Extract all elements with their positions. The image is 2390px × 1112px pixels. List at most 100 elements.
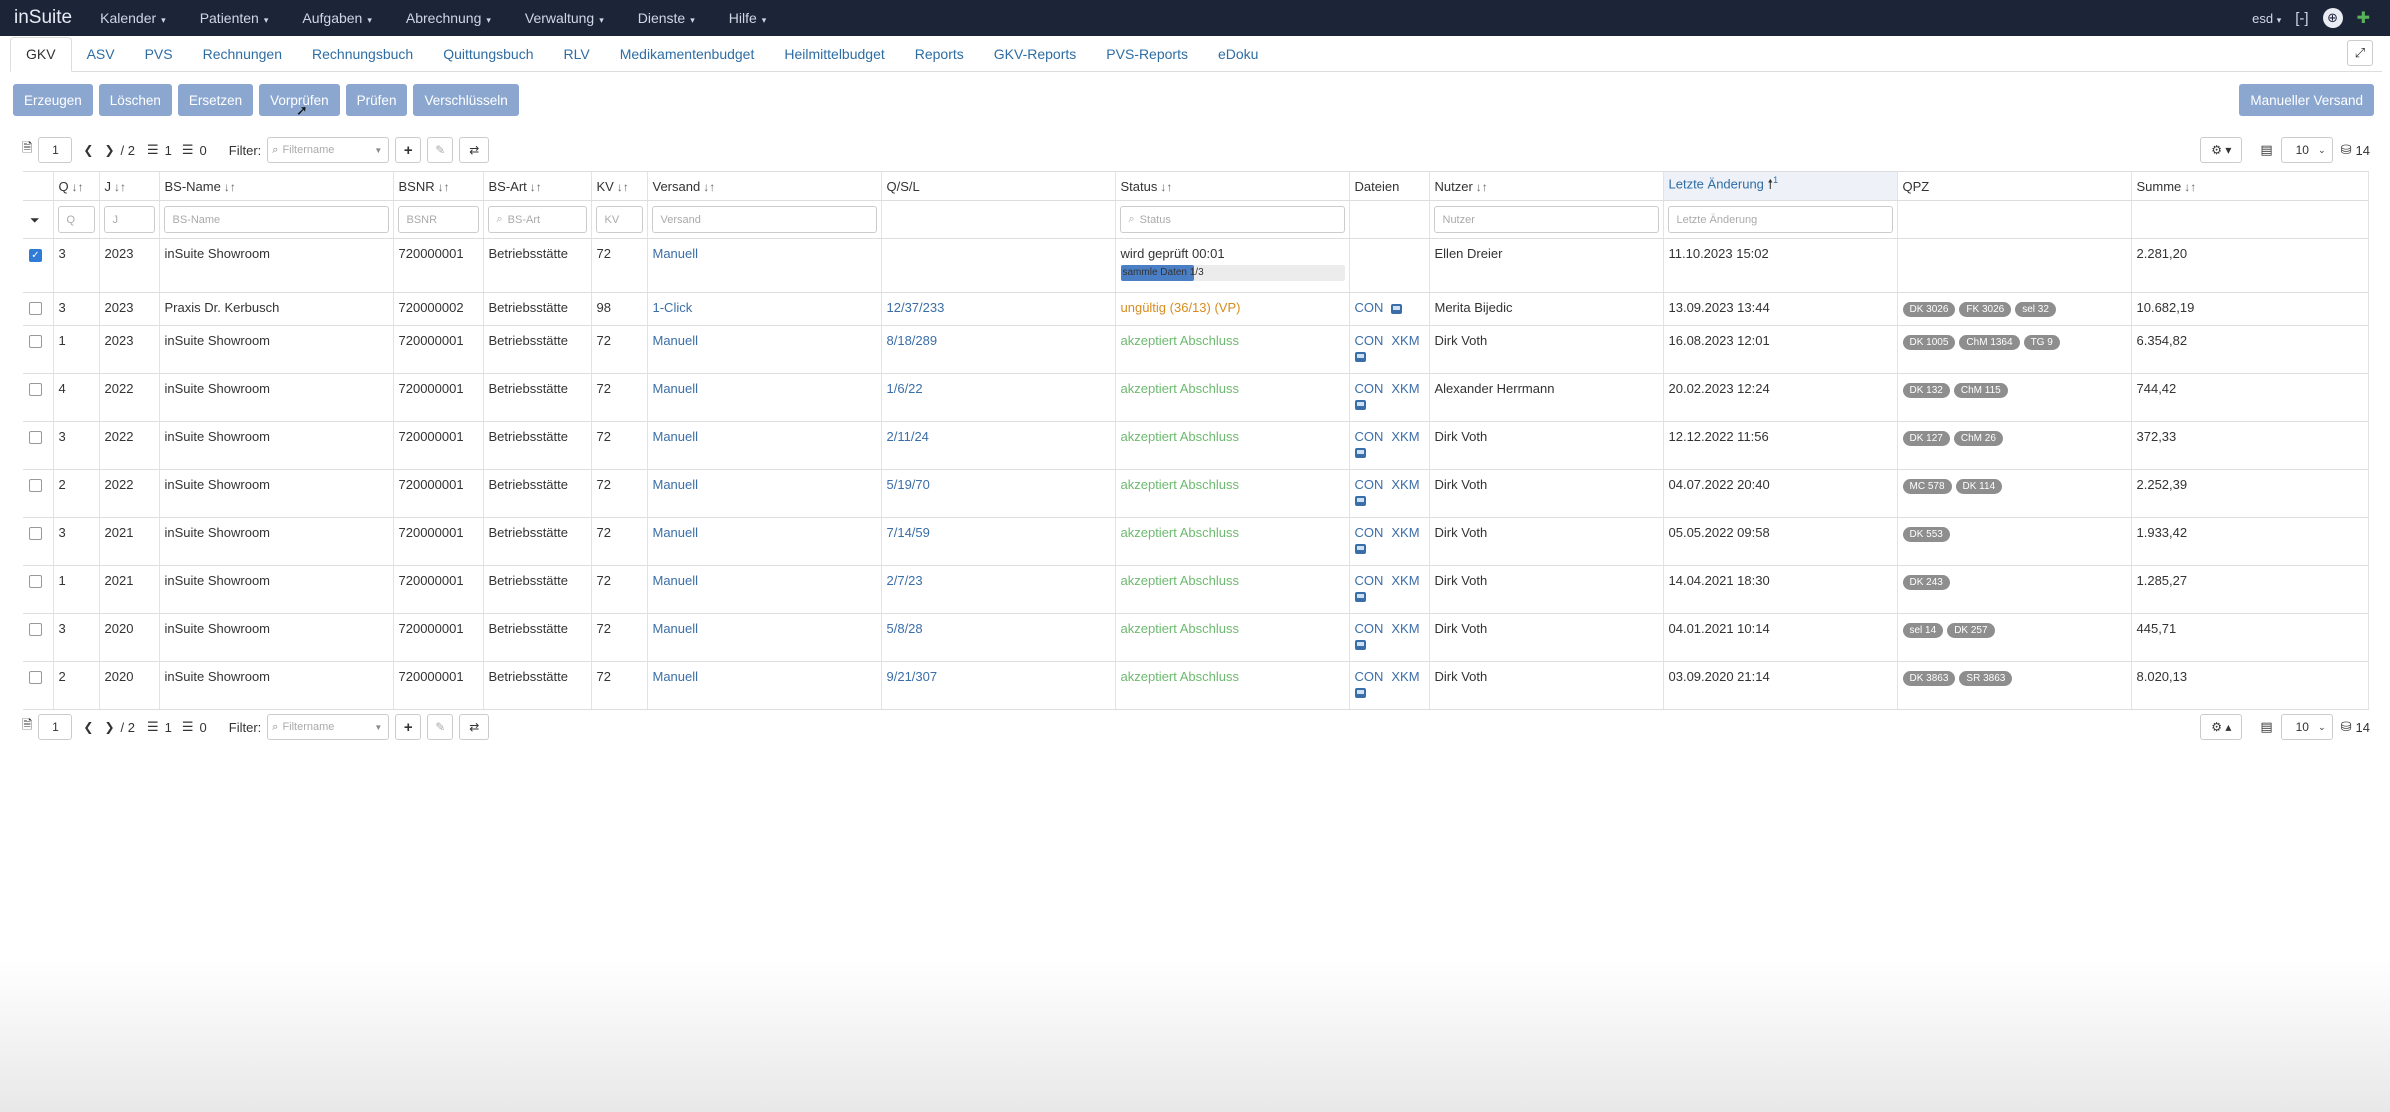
file-link-xkm[interactable]: XKM	[1391, 525, 1419, 540]
file-link-xkm[interactable]: XKM	[1391, 333, 1419, 348]
header-bs-art[interactable]: BS-Art ↓↑	[483, 171, 592, 201]
table-row[interactable]: 1 2023 inSuite Showroom 720000001 Betriebsst…	[23, 325, 2369, 374]
tab-pvs[interactable]: PVS	[130, 38, 188, 71]
filter-status-input[interactable]: ⌕ Status	[1119, 206, 1345, 233]
header-nutzer[interactable]: Nutzer ↓↑	[1429, 171, 1664, 201]
settings-button[interactable]: ⚙ ▴	[2200, 714, 2243, 740]
save-icon[interactable]	[1354, 447, 1366, 458]
globe-icon[interactable]: ⊕	[2322, 8, 2343, 28]
row-checkbox[interactable]	[29, 431, 42, 444]
file-link-con[interactable]: CON	[1355, 573, 1384, 588]
save-icon[interactable]	[1354, 687, 1366, 698]
qsl-link[interactable]: 2/7/23	[887, 573, 923, 588]
filter-select[interactable]: ⌕ Filtername ▼	[267, 714, 390, 740]
qsl-link[interactable]: 1/6/22	[887, 381, 923, 396]
row-checkbox[interactable]	[29, 575, 42, 588]
header-letzte-aenderung[interactable]: Letzte Änderung 🠕1	[1663, 171, 1898, 201]
header-q[interactable]: Q ↓↑	[53, 171, 100, 201]
filter-nutzer-input[interactable]: Nutzer	[1433, 206, 1659, 233]
row-checkbox[interactable]	[29, 335, 42, 348]
manueller-versand-button[interactable]: Manueller Versand	[2239, 84, 2374, 116]
verschluesseln-button[interactable]: Verschlüsseln	[413, 84, 519, 116]
menu-dienste[interactable]: Dienste ▾	[638, 10, 695, 26]
filter-bsnr-input[interactable]: BSNR	[397, 206, 479, 233]
header-versand[interactable]: Versand ↓↑	[647, 171, 882, 201]
file-link-con[interactable]: CON	[1355, 381, 1384, 396]
versand-link[interactable]: Manuell	[653, 669, 699, 684]
filter-select[interactable]: ⌕ Filtername ▼	[267, 137, 390, 163]
tab-pvs-reports[interactable]: PVS-Reports	[1091, 38, 1203, 71]
save-icon[interactable]	[1391, 303, 1403, 314]
table-row[interactable]: 2 2022 inSuite Showroom 720000001 Betriebsst…	[23, 469, 2369, 518]
next-page-icon[interactable]: ❯	[104, 720, 114, 734]
versand-link[interactable]: Manuell	[653, 525, 699, 540]
export-icon[interactable]: 🗎	[22, 139, 32, 161]
table-row[interactable]: 4 2022 inSuite Showroom 720000001 Betriebsst…	[23, 373, 2369, 422]
versand-link[interactable]: Manuell	[653, 573, 699, 588]
menu-aufgaben[interactable]: Aufgaben ▾	[302, 10, 371, 26]
qsl-link[interactable]: 5/19/70	[887, 477, 930, 492]
erzeugen-button[interactable]: Erzeugen	[13, 84, 93, 116]
header-bs-name[interactable]: BS-Name ↓↑	[159, 171, 394, 201]
tab-medikamentenbudget[interactable]: Medikamentenbudget	[605, 38, 770, 71]
table-row[interactable]: ✓ 3 2023 inSuite Showroom 720000001 Betriebss…	[23, 238, 2369, 293]
versand-link[interactable]: Manuell	[653, 429, 699, 444]
status-text[interactable]: akzeptiert Abschluss	[1121, 669, 1240, 684]
qsl-link[interactable]: 5/8/28	[887, 621, 923, 636]
save-icon[interactable]	[1354, 351, 1366, 362]
versand-link[interactable]: Manuell	[653, 477, 699, 492]
status-text[interactable]: akzeptiert Abschluss	[1121, 525, 1240, 540]
row-checkbox[interactable]	[29, 623, 42, 636]
prev-page-icon[interactable]: ❮	[78, 714, 99, 740]
page-size-select[interactable]: 10 ⌄	[2280, 714, 2333, 740]
tab-edoku[interactable]: eDoku	[1203, 38, 1273, 71]
file-link-xkm[interactable]: XKM	[1391, 477, 1419, 492]
menu-abrechnung[interactable]: Abrechnung ▾	[406, 10, 491, 26]
menu-verwaltung[interactable]: Verwaltung ▾	[525, 10, 604, 26]
save-icon[interactable]	[1354, 639, 1366, 650]
status-text[interactable]: ungültig (36/13) (VP)	[1121, 300, 1241, 315]
tab-gkv-reports[interactable]: GKV-Reports	[979, 38, 1091, 71]
row-checkbox[interactable]	[29, 302, 42, 315]
qsl-link[interactable]: 9/21/307	[887, 669, 938, 684]
header-status[interactable]: Status ↓↑	[1115, 171, 1350, 201]
qsl-link[interactable]: 12/37/233	[887, 300, 945, 315]
qsl-link[interactable]: 8/18/289	[887, 333, 938, 348]
versand-link[interactable]: 1-Click	[653, 300, 693, 315]
file-link-xkm[interactable]: XKM	[1391, 381, 1419, 396]
table-row[interactable]: 3 2021 inSuite Showroom 720000001 Betriebsst…	[23, 517, 2369, 566]
fullscreen-button[interactable]: ⤢	[2347, 40, 2373, 66]
tab-heilmittelbudget[interactable]: Heilmittelbudget	[769, 38, 899, 71]
file-link-con[interactable]: CON	[1355, 621, 1384, 636]
tab-asv[interactable]: ASV	[72, 38, 130, 71]
settings-button[interactable]: ⚙ ▾	[2200, 137, 2243, 163]
swap-filter-button[interactable]: ⇄	[459, 714, 490, 740]
filter-q-input[interactable]: Q	[57, 206, 95, 233]
file-link-xkm[interactable]: XKM	[1391, 573, 1419, 588]
versand-link[interactable]: Manuell	[653, 246, 699, 261]
menu-hilfe[interactable]: Hilfe ▾	[729, 10, 767, 26]
header-bsnr[interactable]: BSNR ↓↑	[393, 171, 484, 201]
status-text[interactable]: akzeptiert Abschluss	[1121, 381, 1240, 396]
table-row[interactable]: 1 2021 inSuite Showroom 720000001 Betriebsst…	[23, 565, 2369, 614]
file-link-con[interactable]: CON	[1355, 525, 1384, 540]
file-link-xkm[interactable]: XKM	[1391, 669, 1419, 684]
page-input[interactable]: 1	[38, 714, 73, 740]
save-icon[interactable]	[1354, 495, 1366, 506]
row-checkbox[interactable]	[29, 383, 42, 396]
filter-bs-name-input[interactable]: BS-Name	[163, 206, 389, 233]
tab-rechnungsbuch[interactable]: Rechnungsbuch	[297, 38, 428, 71]
row-checkbox[interactable]: ✓	[29, 249, 42, 262]
file-link-con[interactable]: CON	[1355, 669, 1384, 684]
ersetzen-button[interactable]: Ersetzen	[177, 84, 254, 116]
table-row[interactable]: 3 2022 inSuite Showroom 720000001 Betriebsst…	[23, 421, 2369, 470]
swap-filter-button[interactable]: ⇄	[459, 137, 490, 163]
table-row[interactable]: 3 2020 inSuite Showroom 720000001 Betriebsst…	[23, 613, 2369, 662]
filter-versand-input[interactable]: Versand	[651, 206, 877, 233]
status-text[interactable]: akzeptiert Abschluss	[1121, 477, 1240, 492]
next-page-icon[interactable]: ❯	[104, 143, 114, 157]
brand-logo[interactable]: inSuite	[14, 7, 72, 29]
save-icon[interactable]	[1354, 543, 1366, 554]
filter-j-input[interactable]: J	[103, 206, 155, 233]
status-text[interactable]: akzeptiert Abschluss	[1121, 429, 1240, 444]
